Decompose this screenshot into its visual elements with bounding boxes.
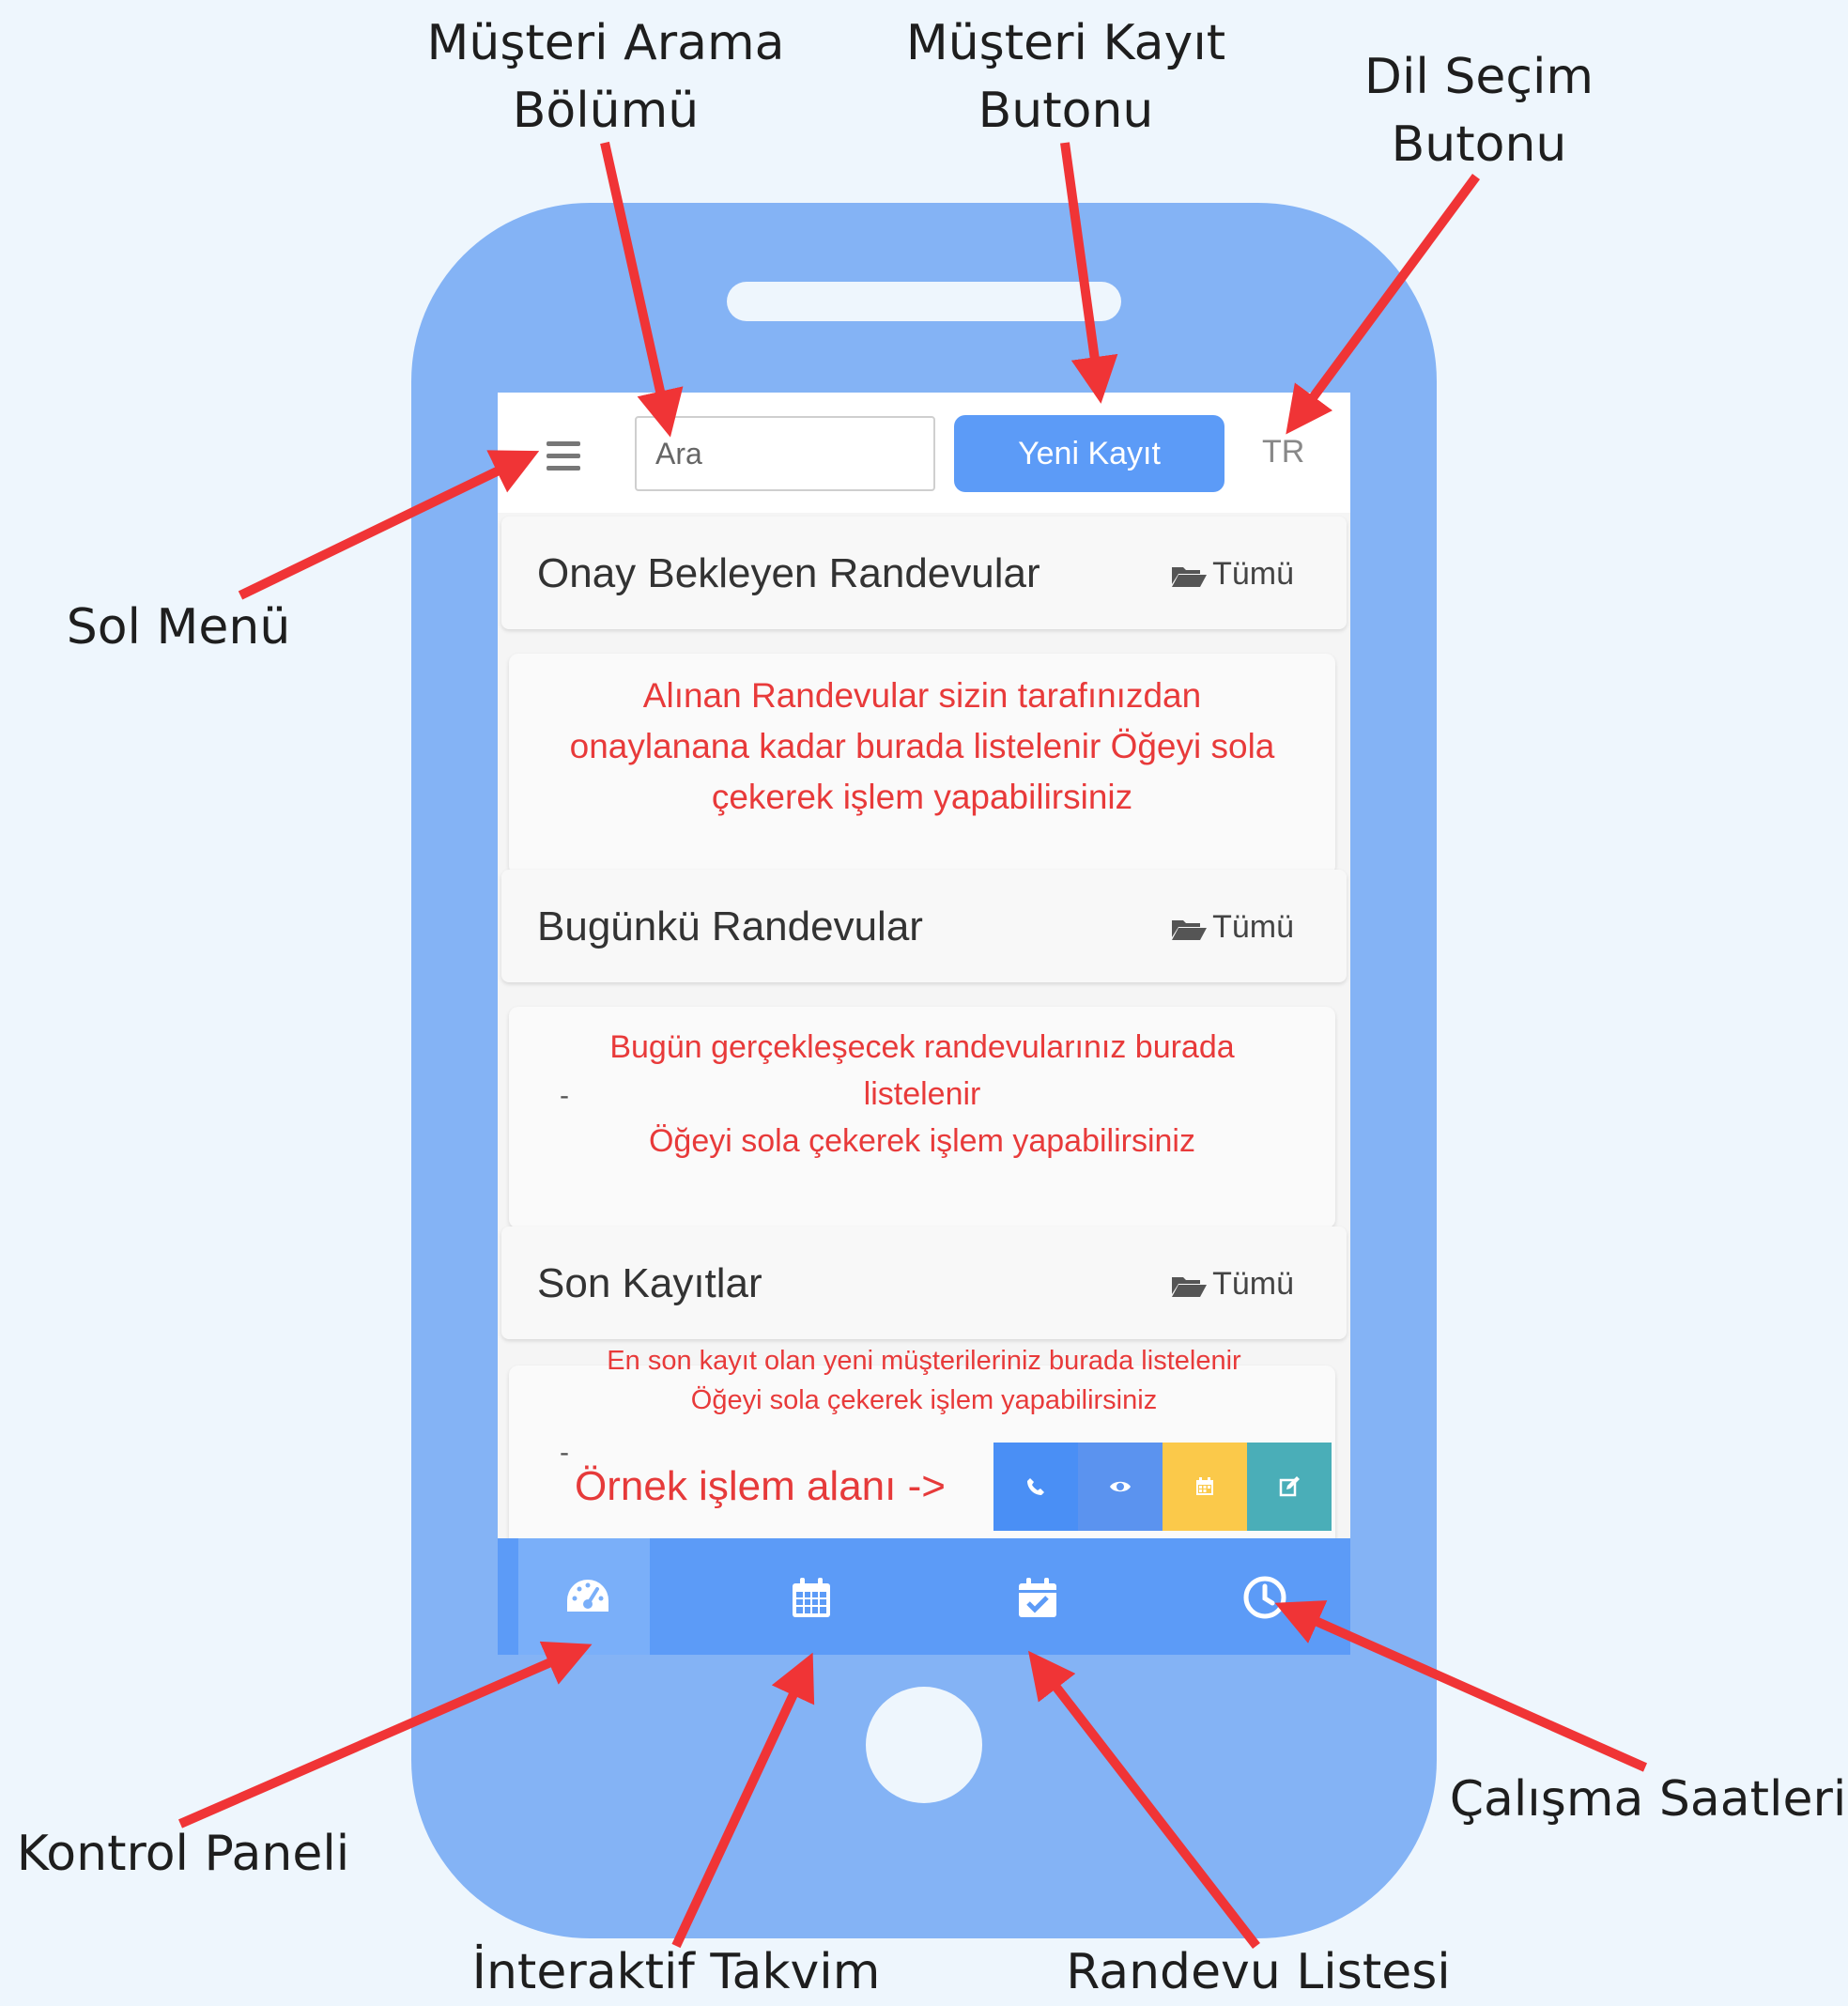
arrow-to-working-hours [1274, 1600, 1648, 1772]
arrow-to-dashboard [178, 1641, 593, 1829]
arrow-to-new-record [1060, 142, 1118, 404]
arrow-to-appointment-list [1027, 1650, 1260, 1950]
arrow-to-search [600, 141, 684, 438]
arrow-to-menu [238, 450, 540, 600]
annotation-arrows [178, 141, 1648, 1950]
arrow-to-language [1286, 174, 1481, 435]
arrow-to-calendar [671, 1652, 815, 1949]
